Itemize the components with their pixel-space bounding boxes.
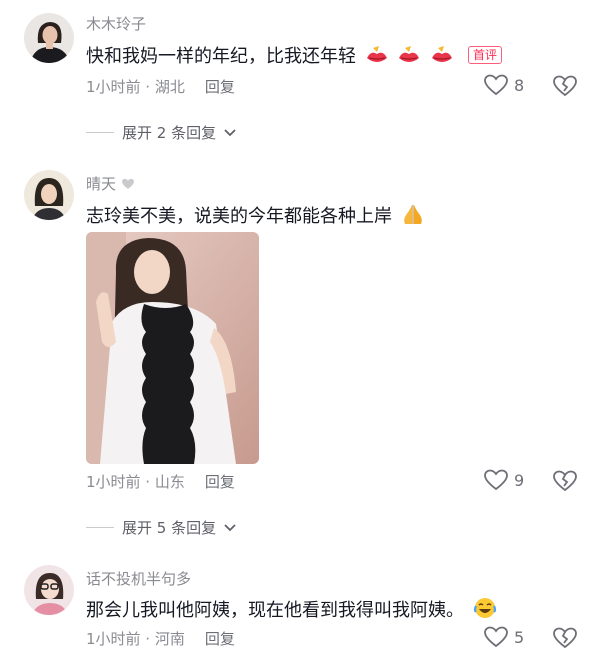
dislike-button[interactable] [553, 75, 577, 97]
comment-text-content: 志玲美不美，说美的今年都能各种上岸 [86, 206, 392, 227]
avatar[interactable] [24, 565, 74, 615]
comment-text: 志玲美不美，说美的今年都能各种上岸 [86, 202, 425, 231]
broken-heart-icon [553, 470, 577, 492]
expand-replies-button[interactable]: 展开 5 条回复 [86, 517, 236, 538]
lips-emoji-icon [430, 44, 454, 71]
comment-text: 快和我妈一样的年纪，比我还年轻 首评 [86, 42, 502, 71]
username-text: 晴天 [86, 175, 117, 193]
reply-button[interactable]: 回复 [205, 473, 235, 491]
time-location: 1小时前 · 湖北 [86, 78, 185, 96]
reply-button[interactable]: 回复 [205, 78, 235, 96]
heart-outline-icon [484, 626, 508, 648]
broken-heart-icon [553, 75, 577, 97]
broken-heart-icon [553, 627, 577, 649]
comment-text-content: 快和我妈一样的年纪，比我还年轻 [86, 46, 356, 67]
heart-outline-icon [484, 469, 508, 491]
divider [86, 527, 114, 528]
expand-replies-label: 展开 2 条回复 [122, 124, 217, 142]
divider [86, 132, 114, 133]
comment-text: 那会儿我叫他阿姨，现在他看到我得叫我阿姨。 [86, 596, 497, 625]
laugh-cry-emoji-icon [473, 596, 497, 625]
comment-meta: 1小时前 · 山东 回复 [86, 471, 235, 492]
username[interactable]: 晴天 [86, 173, 135, 194]
avatar[interactable] [24, 13, 74, 63]
like-button[interactable]: 5 [484, 626, 524, 648]
expand-replies-button[interactable]: 展开 2 条回复 [86, 122, 236, 143]
time-location: 1小时前 · 河南 [86, 630, 185, 648]
heart-outline-icon [484, 74, 508, 96]
time-location: 1小时前 · 山东 [86, 473, 185, 491]
like-button[interactable]: 8 [484, 74, 524, 96]
lips-emoji-icon [365, 44, 389, 71]
like-count: 8 [514, 75, 525, 95]
like-count: 5 [514, 627, 525, 647]
expand-replies-label: 展开 5 条回复 [122, 519, 217, 537]
comment-item: 晴天 志玲美不美，说美的今年都能各种上岸 1小时前 · 山东 回复 9 展开 5… [0, 160, 600, 545]
comment-meta: 1小时前 · 河南 回复 [86, 628, 235, 649]
username[interactable]: 木木玲子 [86, 13, 146, 34]
like-count: 9 [514, 470, 525, 490]
comment-meta: 1小时前 · 湖北 回复 [86, 76, 235, 97]
first-comment-badge: 首评 [467, 46, 502, 64]
username[interactable]: 话不投机半句多 [86, 568, 191, 589]
chevron-down-icon [224, 523, 236, 531]
pray-emoji-icon [401, 202, 425, 231]
lips-emoji-icon [397, 44, 421, 71]
like-button[interactable]: 9 [484, 469, 524, 491]
dislike-button[interactable] [553, 470, 577, 492]
comment-item: 话不投机半句多 那会儿我叫他阿姨，现在他看到我得叫我阿姨。 1小时前 · 河南 回… [0, 555, 600, 670]
avatar[interactable] [24, 170, 74, 220]
chevron-down-icon [224, 128, 236, 136]
white-heart-icon [121, 178, 134, 189]
comment-item: 木木玲子 快和我妈一样的年纪，比我还年轻 首评 1小时前 · 湖北 回复 8 展开… [0, 0, 600, 160]
reply-button[interactable]: 回复 [205, 630, 235, 648]
dislike-button[interactable] [553, 627, 577, 649]
comment-image[interactable] [86, 232, 259, 464]
comment-text-content: 那会儿我叫他阿姨，现在他看到我得叫我阿姨。 [86, 600, 464, 621]
